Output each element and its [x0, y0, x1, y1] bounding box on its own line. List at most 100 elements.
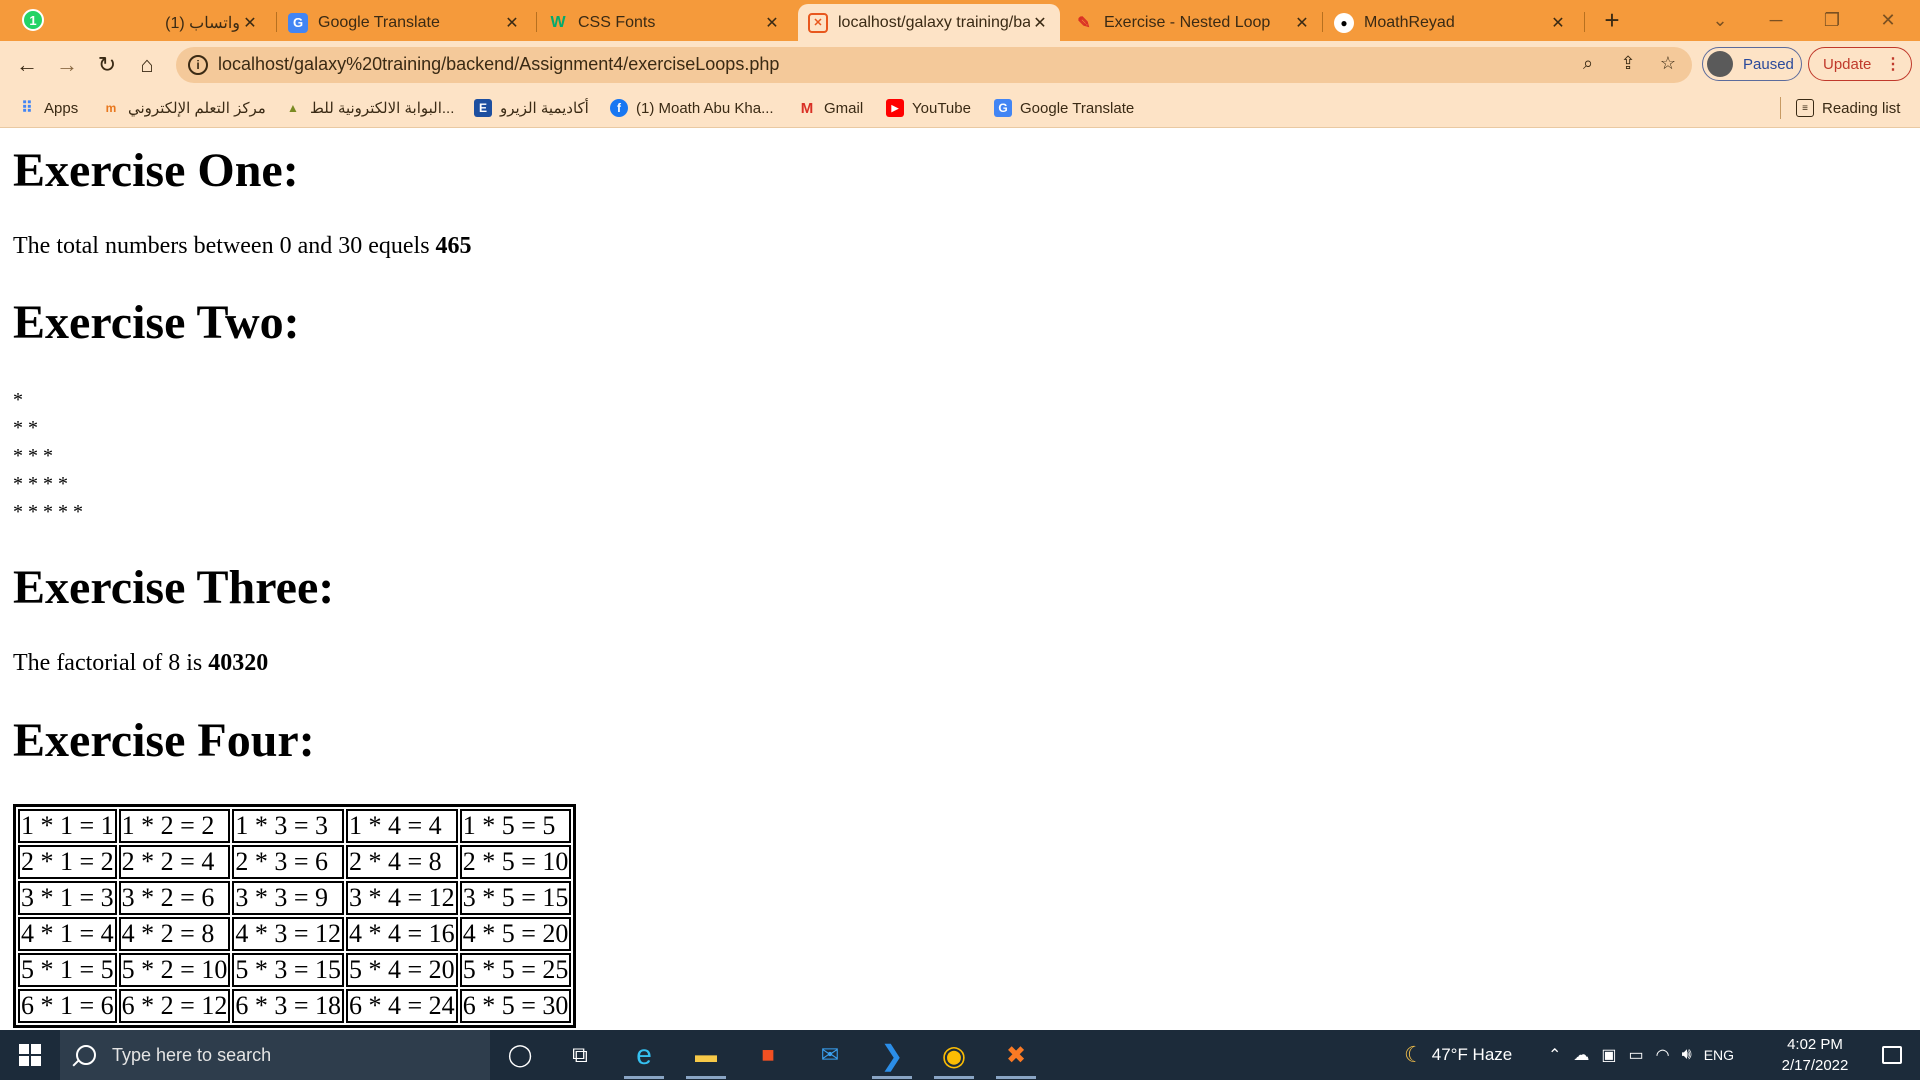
table-cell: 1 * 3 = 3	[232, 809, 345, 843]
xampp-icon: ✕	[808, 12, 828, 33]
back-button[interactable]: ←	[12, 50, 42, 80]
tab-whatsapp[interactable]: (1) واتساب ✕	[150, 4, 270, 41]
share-icon[interactable]: ⇪	[1616, 53, 1640, 77]
tab-title: localhost/galaxy training/ba	[838, 13, 1030, 31]
bookmark-zero-academy[interactable]: E أكاديمية الزيرو	[474, 97, 589, 119]
edge-icon[interactable]: e	[618, 1035, 670, 1079]
exercise-four-heading: Exercise Four:	[13, 714, 315, 767]
reload-button[interactable]: ↻	[92, 50, 122, 80]
tab-divider	[1322, 12, 1323, 32]
profile-button[interactable]: Paused	[1702, 47, 1802, 81]
home-button[interactable]: ⌂	[132, 50, 162, 80]
bookmark-university-portal[interactable]: ▲ البوابة الالكترونية للط...	[284, 97, 454, 119]
system-clock[interactable]: 4:02 PM 2/17/2022	[1766, 1034, 1864, 1076]
weather-widget[interactable]: ☾ 47°F Haze	[1404, 1030, 1512, 1080]
chrome-icon[interactable]: ◉	[928, 1035, 980, 1079]
task-view-icon[interactable]: ⧉	[554, 1035, 606, 1075]
table-cell: 2 * 1 = 2	[18, 845, 117, 879]
security-icon[interactable]: ▣	[1601, 1045, 1616, 1065]
new-tab-button[interactable]: +	[1598, 6, 1626, 34]
bookmark-label: YouTube	[912, 99, 971, 117]
bookmark-youtube[interactable]: ▶ YouTube	[886, 97, 971, 119]
tab-search-icon[interactable]: ⌄	[1698, 6, 1742, 34]
bookmark-apps[interactable]: ⠿ Apps	[18, 97, 78, 119]
star-row: * * * * *	[13, 501, 83, 523]
close-window-button[interactable]: ✕	[1866, 6, 1910, 34]
star-row: * * * *	[13, 473, 68, 495]
browser-toolbar: ← → ↻ ⌂ i localhost/galaxy%20training/ba…	[0, 41, 1920, 89]
whatsapp-icon: 1	[22, 9, 44, 31]
restore-button[interactable]: ❐	[1810, 6, 1854, 34]
bookmark-label: (1) Moath Abu Kha...	[636, 99, 774, 117]
close-icon[interactable]: ✕	[1292, 13, 1312, 33]
google-translate-icon: G	[994, 99, 1012, 117]
battery-icon[interactable]: ▭	[1629, 1045, 1644, 1065]
minimize-button[interactable]: ─	[1754, 6, 1798, 34]
exercise-one-heading: Exercise One:	[13, 144, 299, 197]
file-explorer-icon[interactable]: ▬	[680, 1035, 732, 1079]
exercise-one-sentence: The total numbers between 0 and 30 equel…	[13, 233, 436, 259]
taskbar-search[interactable]: Type here to search	[60, 1030, 490, 1080]
bookmark-label: Google Translate	[1020, 99, 1135, 117]
exercise-three-text: The factorial of 8 is 40320	[13, 649, 268, 678]
exercise-three-heading: Exercise Three:	[13, 561, 335, 614]
site-info-icon[interactable]: i	[188, 55, 208, 75]
volume-icon[interactable]: 🔊︎	[1682, 1046, 1692, 1064]
language-indicator[interactable]: ENG	[1704, 1047, 1734, 1063]
notification-center-icon[interactable]	[1864, 1030, 1920, 1080]
w3schools-icon: W	[550, 13, 566, 31]
bookmark-label: أكاديمية الزيرو	[500, 100, 589, 117]
update-button[interactable]: Update ⋮	[1808, 47, 1912, 81]
tab-google-translate[interactable]: G Google Translate ✕	[278, 4, 532, 41]
tab-github[interactable]: ● MoathReyad ✕	[1324, 4, 1578, 41]
tab-nested-loop[interactable]: ✎ Exercise - Nested Loop ✕	[1064, 4, 1322, 41]
tab-strip: 1 (1) واتساب ✕ G Google Translate ✕ W CS…	[0, 0, 1920, 41]
reading-list-icon: ≡	[1796, 99, 1814, 117]
close-icon[interactable]: ✕	[762, 13, 782, 33]
wifi-icon[interactable]: ◠	[1656, 1045, 1670, 1065]
store-icon[interactable]: ■	[742, 1035, 794, 1075]
bookmark-star-icon[interactable]: ☆	[1656, 53, 1680, 77]
more-menu-icon[interactable]: ⋮	[1885, 54, 1901, 74]
bookmark-label: Apps	[44, 99, 79, 117]
url-text[interactable]: localhost/galaxy%20training/backend/Assi…	[218, 54, 779, 75]
table-row: 4 * 1 = 44 * 2 = 84 * 3 = 12 4 * 4 = 16 4 …	[18, 917, 572, 951]
close-icon[interactable]: ✕	[502, 13, 522, 33]
xampp-icon[interactable]: ✖	[990, 1035, 1042, 1079]
table-cell: 3 * 5 = 15	[459, 881, 572, 915]
exercise-one-result: 465	[435, 233, 472, 259]
star-row: *	[13, 389, 23, 411]
tab-css-fonts[interactable]: W CSS Fonts ✕	[538, 4, 792, 41]
table-cell: 3 * 1 = 3	[18, 881, 117, 915]
close-icon[interactable]: ✕	[1548, 13, 1568, 33]
close-icon[interactable]: ✕	[240, 13, 260, 33]
profile-status: Paused	[1743, 55, 1794, 73]
start-button[interactable]	[0, 1030, 60, 1080]
forward-button[interactable]: →	[52, 50, 82, 80]
bookmark-gmail[interactable]: M Gmail	[798, 97, 863, 119]
moodle-icon: m	[105, 101, 117, 115]
tab-divider	[276, 12, 277, 32]
vscode-icon[interactable]: ❯	[866, 1035, 918, 1079]
bookmark-google-translate[interactable]: G Google Translate	[994, 97, 1134, 119]
tab-localhost[interactable]: ✕ localhost/galaxy training/ba ✕	[798, 4, 1060, 41]
table-cell: 3 * 4 = 12	[346, 881, 458, 915]
bookmark-learning-center[interactable]: m مركز التعلم الإلكتروني	[102, 97, 266, 119]
table-cell: 1 * 4 = 4	[346, 809, 458, 843]
zoom-icon[interactable]: ⌕	[1576, 53, 1600, 77]
onedrive-icon[interactable]: ☁	[1573, 1045, 1589, 1065]
table-cell: 4 * 3 = 12	[232, 917, 345, 951]
chevron-up-icon[interactable]: ⌃	[1548, 1045, 1561, 1065]
cortana-icon[interactable]: ◯	[494, 1035, 546, 1075]
table-cell: 1 * 5 = 5	[459, 809, 572, 843]
table-cell: 2 * 3 = 6	[232, 845, 345, 879]
mail-icon[interactable]: ✉	[804, 1035, 856, 1075]
tab-title: (1) واتساب	[165, 14, 240, 32]
table-cell: 6 * 4 = 24	[346, 989, 458, 1023]
table-cell: 3 * 3 = 9	[232, 881, 345, 915]
close-icon[interactable]: ✕	[1030, 13, 1050, 33]
bookmark-facebook[interactable]: f (1) Moath Abu Kha...	[610, 97, 774, 119]
reading-list-button[interactable]: ≡ Reading list	[1796, 97, 1900, 119]
address-bar[interactable]: i localhost/galaxy%20training/backend/As…	[176, 47, 1692, 83]
table-cell: 5 * 3 = 15	[232, 953, 345, 987]
